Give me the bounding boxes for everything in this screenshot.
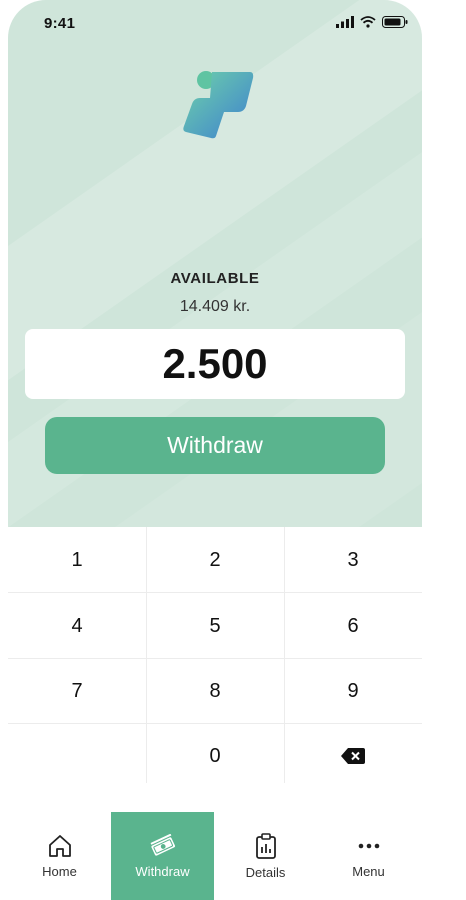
signal-icon [336,16,354,28]
withdraw-button[interactable]: Withdraw [45,417,385,474]
available-balance: 14.409 kr. [179,298,251,315]
key-1[interactable]: 1 [8,528,146,592]
status-icons [336,16,408,28]
available-label: AVAILABLE [170,270,260,287]
nav-home[interactable]: Home [8,812,111,900]
app-logo [183,71,254,139]
nav-details-label: Details [245,864,286,880]
home-icon [48,834,71,857]
keypad-divider [8,592,422,593]
more-icon [358,843,379,848]
cash-icon [150,833,175,856]
key-4[interactable]: 4 [8,594,146,658]
key-8[interactable]: 8 [146,659,284,723]
clipboard-icon [255,832,276,859]
amount-display[interactable]: 2.500 [25,329,405,399]
key-0[interactable]: 0 [146,724,284,788]
key-3[interactable]: 3 [284,528,422,592]
key-2[interactable]: 2 [146,528,284,592]
nav-details[interactable]: Details [214,812,317,900]
status-time: 9:41 [44,15,76,32]
nav-menu[interactable]: Menu [317,812,420,900]
status-bar: 9:41 [8,0,422,48]
backspace-key[interactable] [284,724,422,788]
key-empty [8,724,146,788]
battery-icon [382,16,408,28]
numeric-keypad: 1 2 3 4 5 6 7 8 9 0 [8,527,422,783]
hero-panel: 9:41 AVAILABLE 14.409 kr. 2.500 Withdraw [8,0,422,527]
key-5[interactable]: 5 [146,594,284,658]
nav-withdraw-label: Withdraw [135,863,190,879]
key-9[interactable]: 9 [284,659,422,723]
nav-withdraw[interactable]: Withdraw [111,812,214,900]
bottom-navigation: Home Withdraw Details Menu [8,812,422,900]
nav-home-label: Home [42,863,77,879]
key-6[interactable]: 6 [284,594,422,658]
key-7[interactable]: 7 [8,659,146,723]
phone-screen: 9:41 AVAILABLE 14.409 kr. 2.500 Withdraw… [8,0,422,900]
wifi-icon [360,16,376,28]
backspace-icon [341,748,365,764]
nav-menu-label: Menu [352,863,385,879]
